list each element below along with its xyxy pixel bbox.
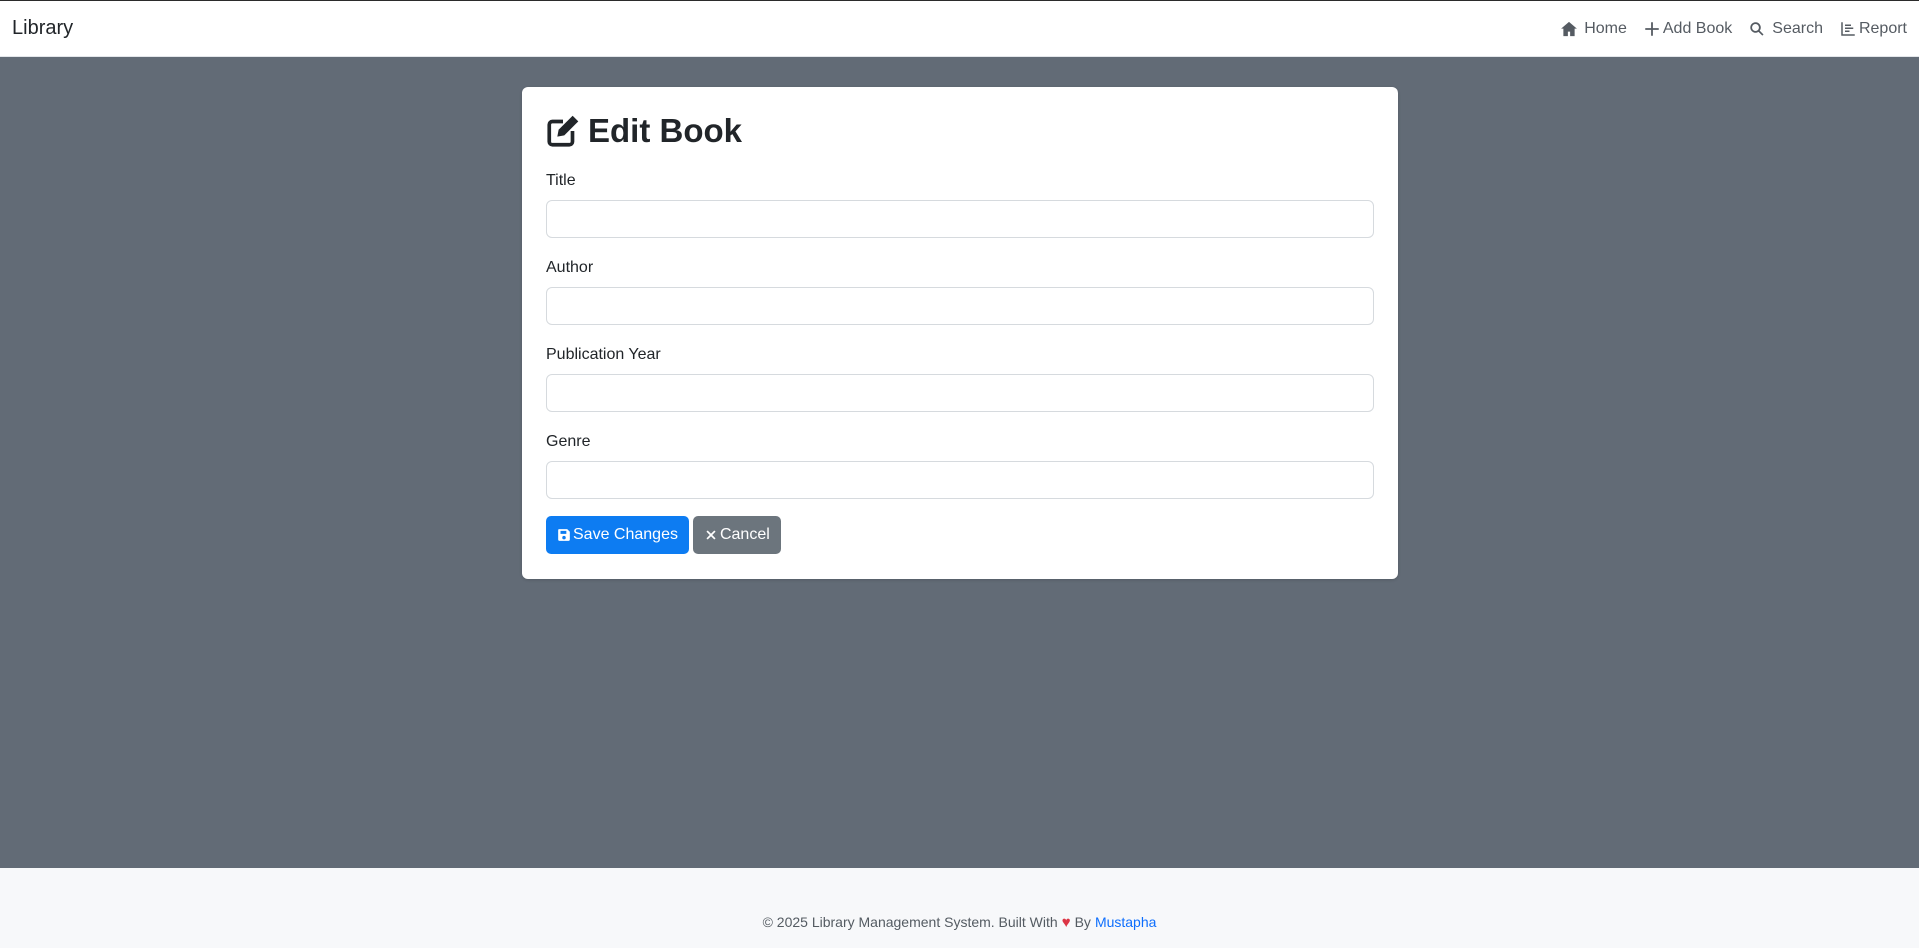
nav-search-link[interactable]: Search — [1748, 20, 1823, 38]
cancel-label: Cancel — [719, 526, 770, 543]
title-field-group: Title — [546, 172, 1374, 238]
footer-by: By — [1074, 914, 1091, 930]
chart-icon — [1841, 21, 1855, 36]
brand-link[interactable]: Library — [12, 17, 73, 40]
save-changes-button[interactable]: Save Changes — [546, 516, 689, 554]
nav-add-book-label: Add Book — [1662, 19, 1733, 37]
genre-input[interactable] — [546, 461, 1374, 499]
page-title: Edit Book — [546, 111, 1374, 151]
cancel-button[interactable]: Cancel — [692, 516, 781, 554]
edit-book-card: Edit Book Title Author Publication Year … — [522, 87, 1398, 579]
nav-add-book-link[interactable]: Add Book — [1643, 20, 1732, 38]
search-icon — [1750, 21, 1764, 36]
navbar: Library Home Add Book Search Report — [0, 1, 1919, 57]
author-label: Author — [546, 259, 594, 276]
heart-icon: ♥ — [1061, 913, 1071, 931]
save-changes-label: Save Changes — [573, 526, 678, 543]
close-icon — [706, 530, 716, 540]
author-input[interactable] — [546, 287, 1374, 325]
nav-report-link[interactable]: Report — [1839, 20, 1907, 38]
page-title-text: Edit Book — [588, 112, 742, 149]
author-field-group: Author — [546, 259, 1374, 325]
genre-label: Genre — [546, 433, 591, 450]
footer-copyright: © 2025 Library Management System. Built … — [762, 914, 1058, 930]
genre-field-group: Genre — [546, 433, 1374, 499]
nav-search-label: Search — [1772, 19, 1823, 37]
footer: © 2025 Library Management System. Built … — [0, 868, 1919, 948]
edit-icon — [547, 115, 579, 147]
floppy-disk-icon — [558, 529, 570, 541]
nav-report-label: Report — [1858, 19, 1907, 37]
nav-home-link[interactable]: Home — [1560, 20, 1627, 38]
title-label: Title — [546, 172, 576, 189]
home-icon — [1561, 21, 1578, 36]
publication-year-input[interactable] — [546, 374, 1374, 412]
title-input[interactable] — [546, 200, 1374, 238]
nav-home-label: Home — [1584, 19, 1627, 37]
nav-links: Home Add Book Search Report — [1560, 20, 1907, 38]
year-field-group: Publication Year — [546, 346, 1374, 412]
form-actions: Save Changes Cancel — [546, 516, 1374, 554]
plus-icon — [1645, 21, 1659, 36]
author-link[interactable]: Mustapha — [1095, 914, 1156, 930]
publication-year-label: Publication Year — [546, 346, 661, 363]
